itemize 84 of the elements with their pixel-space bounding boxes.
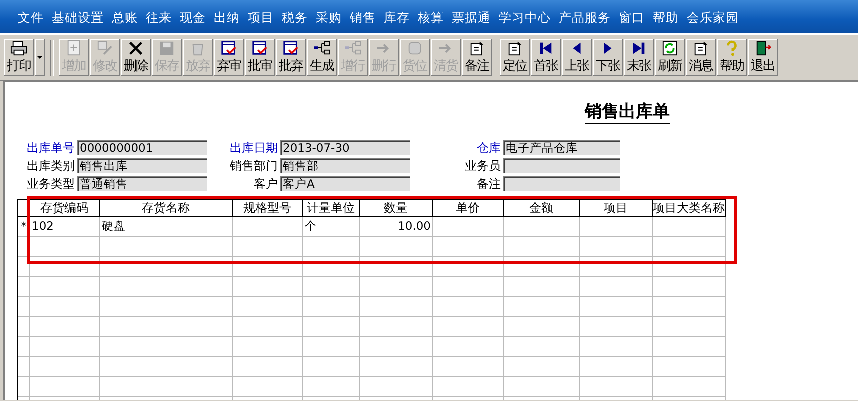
- form-title: 销售出库单: [585, 100, 670, 124]
- exit-door-icon: [754, 40, 772, 57]
- pencil-icon: [96, 40, 114, 57]
- menu-item[interactable]: 现金: [176, 10, 210, 27]
- field-label: 业务类型: [26, 176, 75, 192]
- field-label: 客户: [253, 176, 278, 192]
- column-header[interactable]: 数量: [360, 200, 433, 217]
- menu-item[interactable]: 窗口: [615, 10, 649, 27]
- note-icon: [506, 40, 524, 57]
- menu-item[interactable]: 文件: [14, 10, 48, 27]
- add-document-icon: [65, 40, 83, 57]
- table-cell-text: 硬盘: [101, 218, 127, 235]
- toolbar-button[interactable]: 帮助: [717, 39, 747, 76]
- toolbar-button[interactable]: 生成: [307, 39, 337, 76]
- note-icon: [692, 40, 710, 57]
- column-header[interactable]: 存货名称: [100, 200, 233, 217]
- input-field[interactable]: [503, 176, 621, 192]
- toolbar-button[interactable]: 弃审: [214, 39, 244, 76]
- input-field[interactable]: 客户A: [280, 176, 411, 192]
- input-field[interactable]: 电子产品仓库: [503, 140, 621, 156]
- branch-icon: [344, 40, 362, 57]
- toolbar-button[interactable]: 删除: [121, 39, 151, 76]
- caret-icon: [37, 56, 43, 60]
- column-header[interactable]: 单价: [433, 200, 504, 217]
- field-label: 出库类别: [26, 158, 75, 174]
- menu-item[interactable]: 销售: [346, 10, 380, 27]
- toolbar-button[interactable]: 首张: [531, 39, 561, 76]
- column-header[interactable]: 规格型号: [233, 200, 303, 217]
- menu-item[interactable]: 采购: [312, 10, 346, 27]
- input-field[interactable]: 销售出库: [77, 158, 208, 174]
- toolbar-button[interactable]: 批弃: [276, 39, 306, 76]
- approve-icon: [282, 40, 300, 57]
- row-marker: *: [20, 219, 28, 235]
- approve-icon: [251, 40, 269, 57]
- menu-item[interactable]: 核算: [414, 10, 448, 27]
- box-icon: [406, 40, 424, 57]
- menu-item[interactable]: 往来: [142, 10, 176, 27]
- menu-item[interactable]: 帮助: [649, 10, 683, 27]
- field-label: 业务员: [464, 158, 501, 174]
- toolbar-button[interactable]: 刷新: [655, 39, 685, 76]
- delete-icon: [127, 40, 145, 57]
- field-label: 出库单号: [26, 140, 75, 156]
- field-label: 销售部门: [229, 158, 278, 174]
- column-header[interactable]: 计量单位: [303, 200, 360, 217]
- toolbar-button[interactable]: 末张: [624, 39, 654, 76]
- input-field[interactable]: 0000000001: [77, 140, 208, 156]
- menu-item[interactable]: 学习中心: [495, 10, 555, 27]
- column-header[interactable]: 项目: [580, 200, 653, 217]
- column-header[interactable]: 项目大类名称: [653, 200, 726, 217]
- toolbar-button[interactable]: 批审: [245, 39, 275, 76]
- table-cell-text: 10.00: [397, 218, 432, 235]
- menu-item[interactable]: 税务: [278, 10, 312, 27]
- approve-icon: [220, 40, 238, 57]
- table-cell-text: 102: [31, 218, 55, 235]
- toolbar-button[interactable]: 退出: [748, 39, 778, 76]
- field-label: 备注: [476, 176, 501, 192]
- toolbar-button[interactable]: 消息: [686, 39, 716, 76]
- toolbar-button[interactable]: 备注: [462, 39, 492, 76]
- toolbar-button[interactable]: 上张: [562, 39, 592, 76]
- toolbar-button[interactable]: 下张: [593, 39, 623, 76]
- input-field[interactable]: [503, 158, 621, 174]
- branch-icon: [313, 40, 331, 57]
- toolbar-button[interactable]: 定位: [500, 39, 530, 76]
- menu-item[interactable]: 库存: [380, 10, 414, 27]
- field-label: 仓库: [476, 140, 501, 156]
- menu-item[interactable]: 项目: [244, 10, 278, 27]
- printer-icon: [10, 40, 28, 57]
- note-icon: [468, 40, 486, 57]
- input-field[interactable]: 普通销售: [77, 176, 208, 192]
- input-field[interactable]: 销售部: [280, 158, 411, 174]
- menu-item[interactable]: 总账: [108, 10, 142, 27]
- menu-item[interactable]: 票据通: [448, 10, 495, 27]
- column-header[interactable]: 金额: [504, 200, 580, 217]
- dropdown-button[interactable]: [35, 39, 45, 76]
- field-label: 出库日期: [229, 140, 278, 156]
- refresh-icon: [661, 40, 679, 57]
- column-header[interactable]: 存货编码: [30, 200, 100, 217]
- input-field[interactable]: 2013-07-30: [280, 140, 411, 156]
- menu-item[interactable]: 基础设置: [48, 10, 108, 27]
- toolbar-button[interactable]: 打印: [4, 39, 34, 76]
- menu-item[interactable]: 出纳: [210, 10, 244, 27]
- menu-item[interactable]: 产品服务: [555, 10, 615, 27]
- menu-item[interactable]: 会乐家园: [683, 10, 743, 27]
- table-cell-text: 个: [304, 218, 318, 235]
